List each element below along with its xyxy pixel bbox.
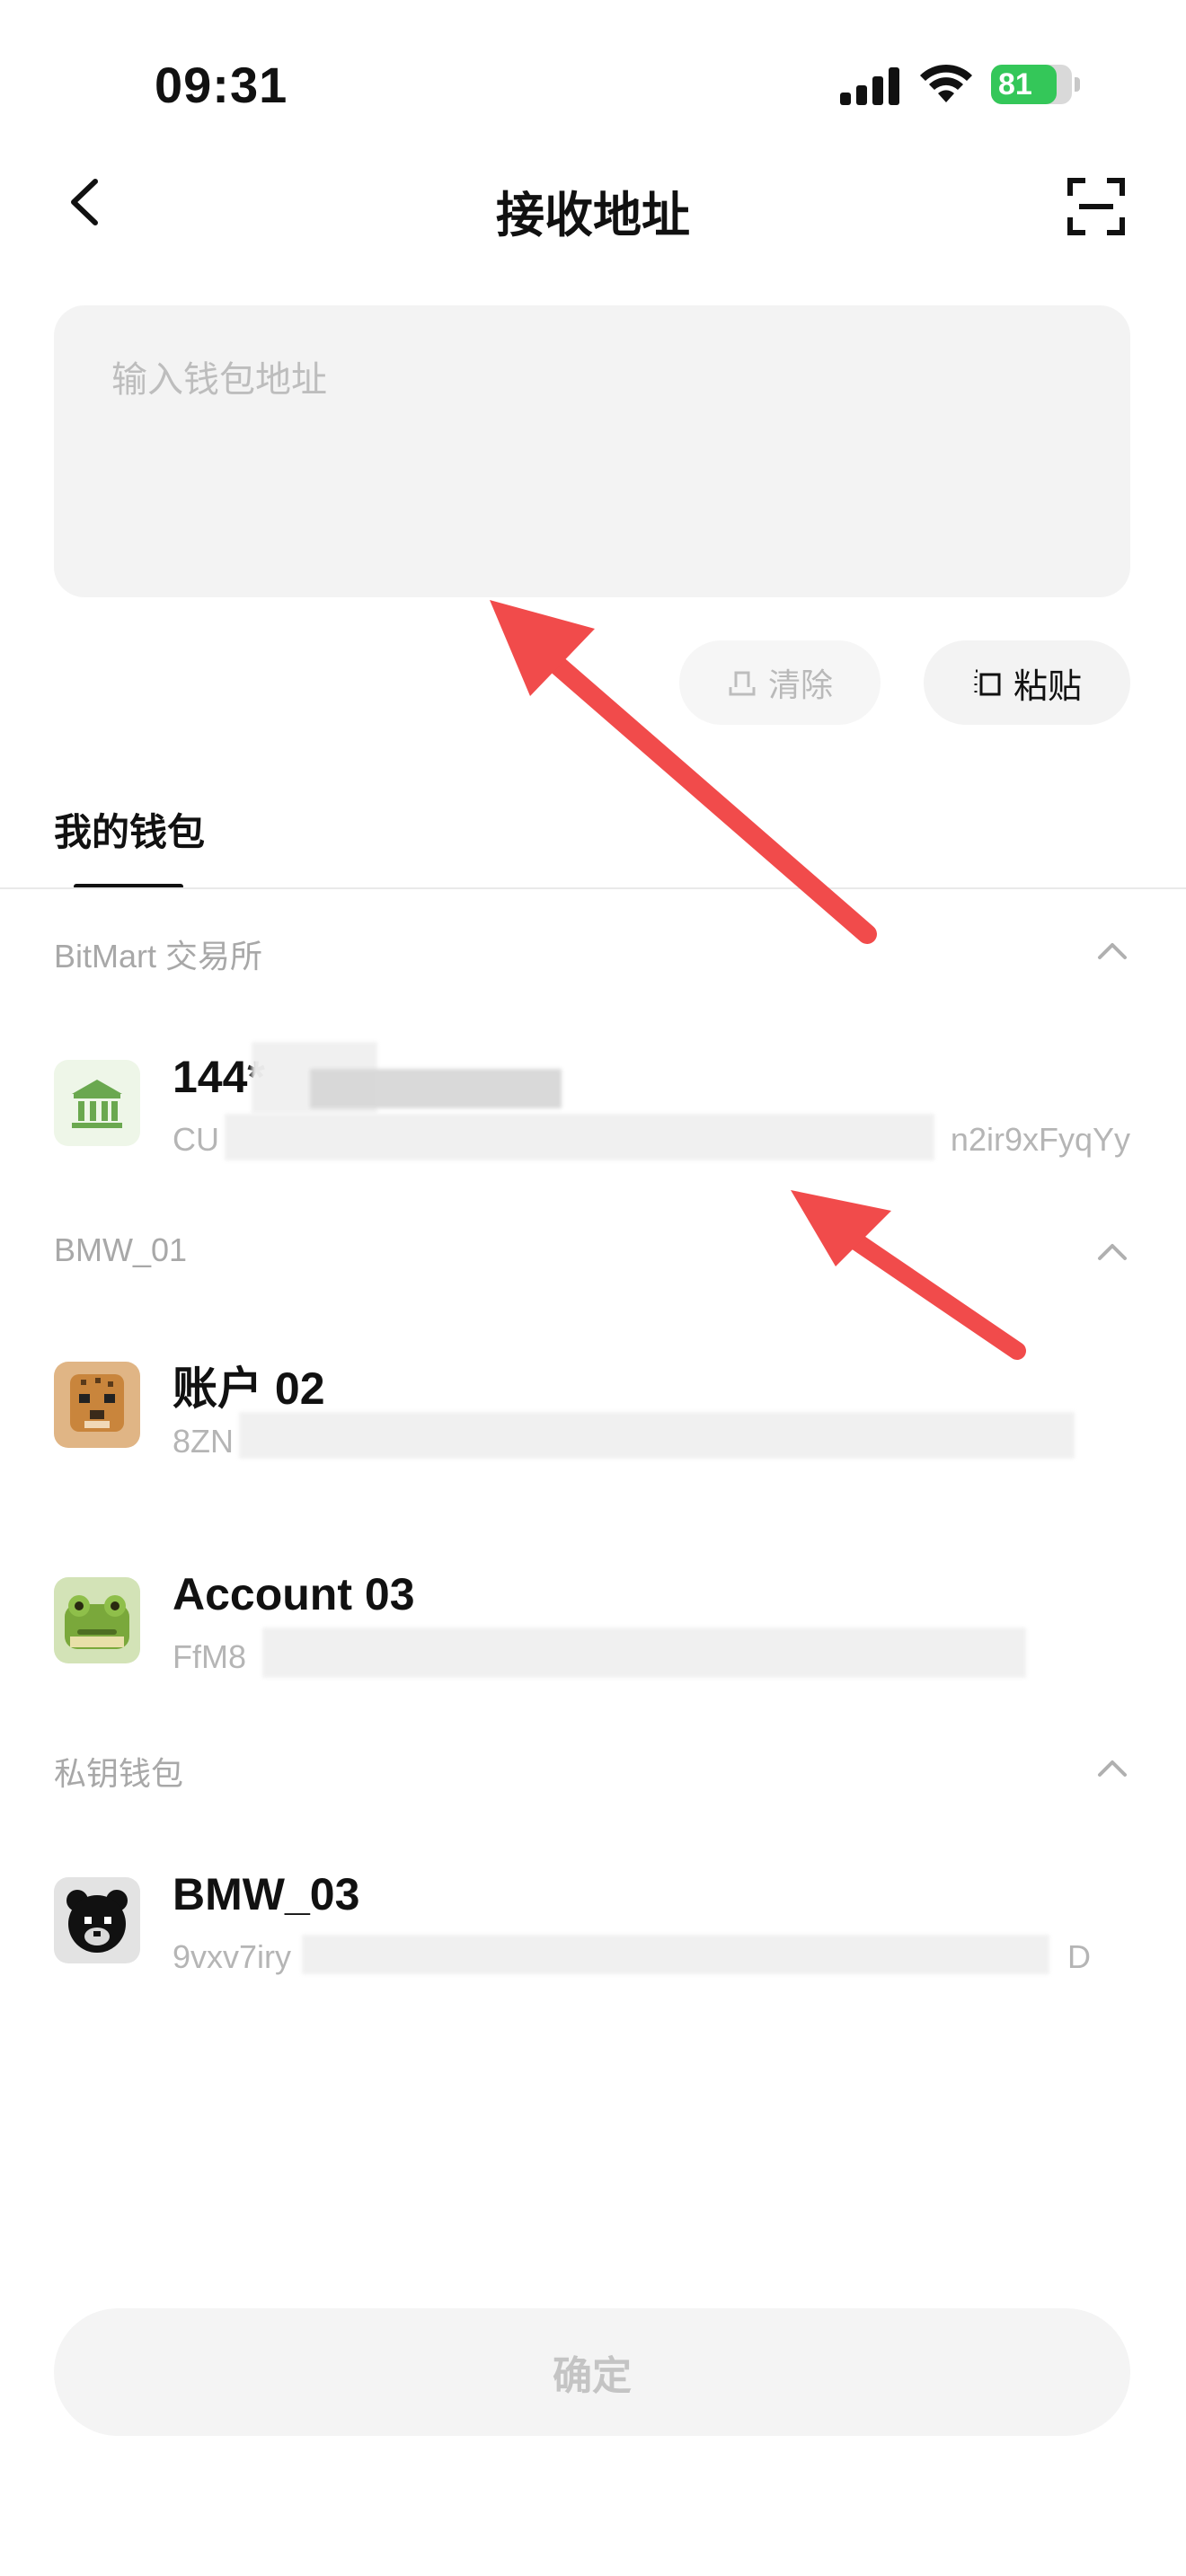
wallet-address-start: FfM8 [173, 1638, 247, 1675]
wallet-address-start: 9vxv7iry [173, 1938, 292, 1975]
cellular-signal-icon [840, 67, 899, 105]
wallet-address-input[interactable]: 输入钱包地址 [54, 305, 1130, 597]
page-title: 接收地址 [496, 189, 690, 243]
bear-avatar [54, 1877, 140, 1963]
group-title: 私钥钱包 [54, 1755, 184, 1792]
wallet-name: BMW_03 [173, 1869, 360, 1919]
battery-icon: 81 [991, 65, 1080, 104]
wallet-address-end: D [1067, 1938, 1091, 1975]
redaction-mask [310, 1069, 562, 1108]
wifi-icon [920, 64, 972, 102]
group-title: BitMart 交易所 [54, 938, 263, 975]
redaction-mask [302, 1935, 1049, 1974]
group-title: BMW_01 [54, 1231, 188, 1268]
confirm-label: 确定 [553, 2354, 632, 2398]
status-time: 09:31 [155, 57, 288, 113]
wallet-row-bmw03[interactable]: BMW_03 9vxv7iry D [54, 1859, 1130, 1985]
wallet-name: Account 03 [173, 1569, 415, 1619]
chevron-up-icon [1098, 943, 1127, 959]
chevron-up-icon [1098, 1244, 1127, 1260]
redaction-mask [262, 1628, 1026, 1678]
bank-icon [54, 1060, 140, 1146]
receive-address-screen: 09:31 81 接收地址 输入钱包地址 清除 粘贴 我的钱包 BitMart … [0, 0, 1186, 2576]
address-input-placeholder: 输入钱包地址 [111, 360, 327, 400]
paste-label: 粘贴 [1013, 667, 1082, 706]
group-header-bmw01[interactable]: BMW_01 [54, 1224, 1130, 1278]
paste-icon [974, 669, 1001, 696]
wallet-row-account-02[interactable]: 账户 02 8ZN [54, 1344, 1130, 1469]
redaction-mask [239, 1412, 1075, 1459]
wallet-row-account-03[interactable]: Account 03 FfM8 [54, 1559, 1130, 1685]
confirm-button[interactable]: 确定 [54, 2308, 1130, 2436]
wallet-row-bitmart[interactable]: 144* CU n2ir9xFyqYy [54, 1042, 1130, 1168]
group-header-bitmart[interactable]: BitMart 交易所 [54, 923, 1130, 977]
cheetah-avatar [54, 1362, 140, 1448]
group-header-private-key[interactable]: 私钥钱包 [54, 1741, 1130, 1795]
chevron-up-icon [1098, 1760, 1127, 1777]
tab-my-wallet[interactable]: 我的钱包 [54, 802, 205, 857]
tab-divider [0, 887, 1186, 889]
clear-label: 清除 [767, 666, 833, 703]
eraser-icon [729, 671, 756, 696]
status-bar: 09:31 81 [0, 0, 1186, 135]
wallet-address-end: n2ir9xFyqYy [950, 1121, 1130, 1158]
paste-button[interactable]: 粘贴 [924, 640, 1130, 725]
wallet-name: 账户 02 [173, 1363, 325, 1414]
battery-percent: 81 [998, 67, 1032, 101]
wallet-address-start: 8ZN [173, 1423, 235, 1460]
frog-avatar [54, 1577, 140, 1663]
redaction-mask [225, 1114, 934, 1160]
scan-icon[interactable] [1065, 175, 1128, 238]
clear-button[interactable]: 清除 [679, 640, 881, 725]
wallet-address-start: CU [173, 1121, 219, 1158]
